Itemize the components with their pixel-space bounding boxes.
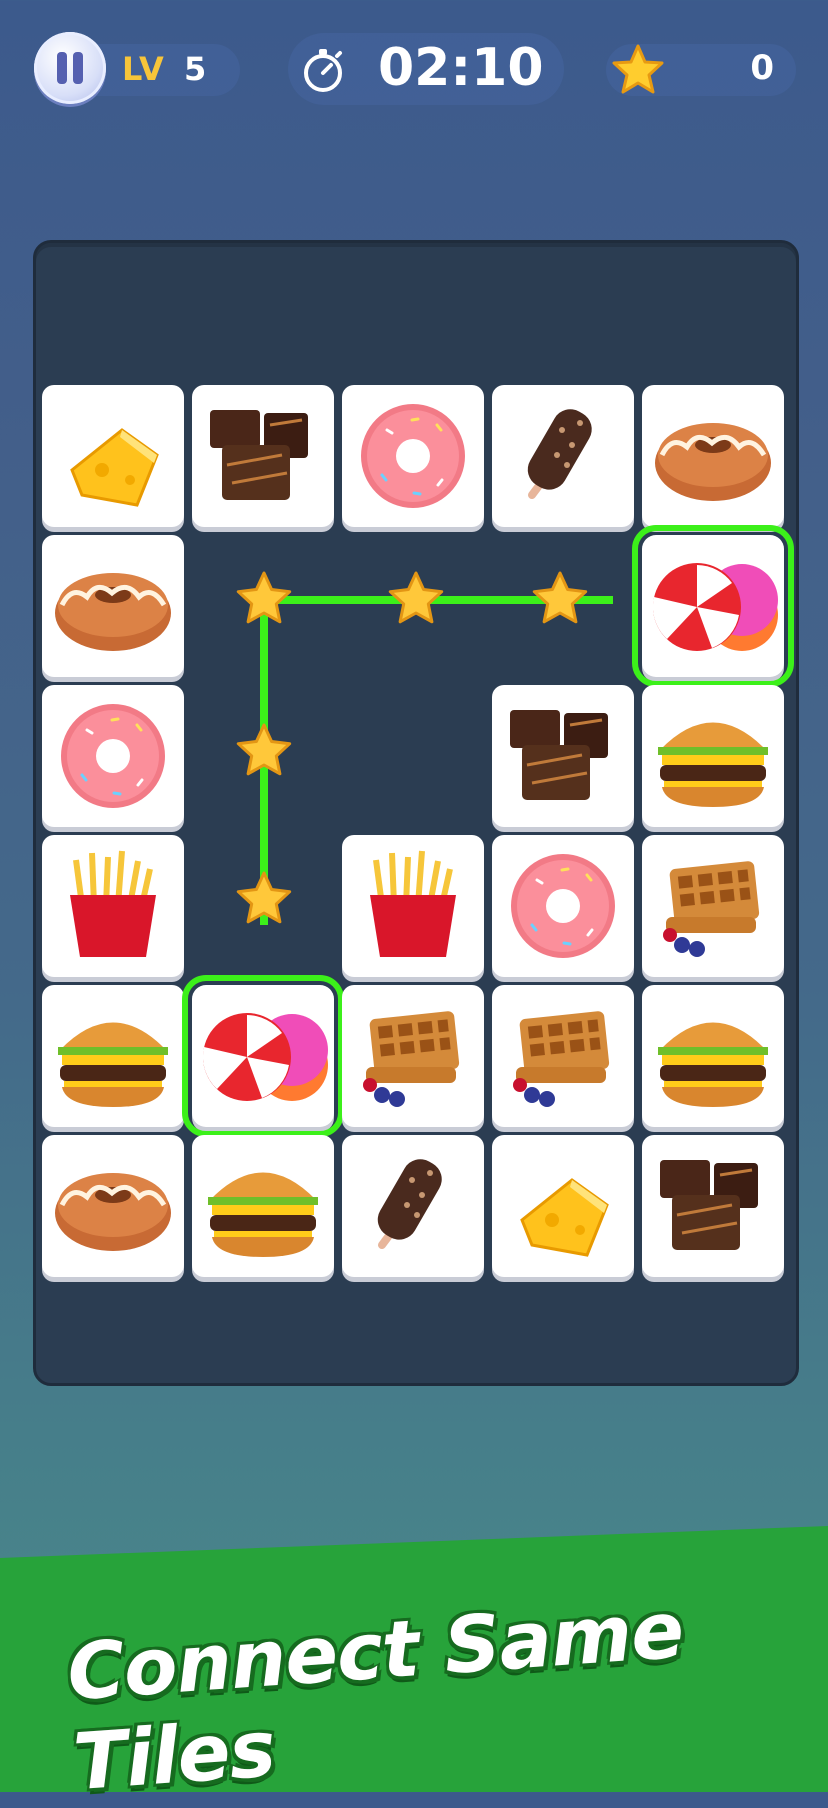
brownie-icon [660,1160,758,1250]
tile-donut-pink[interactable] [42,685,184,827]
tile-waffle[interactable] [492,985,634,1127]
tile-donut-pink[interactable] [342,385,484,527]
tile-donut-pink[interactable] [492,835,634,977]
candy-icon [652,563,778,651]
ice-cream-bar-icon [527,409,592,499]
candy-icon [202,1013,328,1101]
tile-brownie[interactable] [642,1135,784,1277]
tile-fries[interactable] [342,835,484,977]
waffle-icon [363,1011,460,1107]
waffle-icon [513,1011,610,1107]
tile-burger[interactable] [642,985,784,1127]
tile-waffle[interactable] [342,985,484,1127]
tile-brownie[interactable] [492,685,634,827]
burger-icon [658,1022,768,1107]
level-value: 5 [184,50,207,88]
brownie-icon [210,410,308,500]
tile-ice-cream-bar[interactable] [342,1135,484,1277]
donut-pink-icon [61,704,165,808]
burger-icon [658,722,768,807]
bundt-cake-icon [55,573,171,651]
star-icon [612,44,664,94]
fries-icon [370,850,456,957]
tile-burger[interactable] [642,685,784,827]
level-label: LV [122,50,165,88]
ice-cream-bar-icon [377,1159,442,1249]
cheese-icon [70,428,159,507]
burger-icon [208,1172,318,1257]
tile-bundt-cake[interactable] [642,385,784,527]
stopwatch-icon [304,49,342,92]
tile-ice-cream-bar[interactable] [492,385,634,527]
tile-bundt-cake[interactable] [42,535,184,677]
tile-brownie[interactable] [192,385,334,527]
donut-pink-icon [511,854,615,958]
bundt-cake-icon [655,423,771,501]
tile-cheese[interactable] [42,385,184,527]
timer-display: 02:10 [378,38,544,98]
fries-icon [70,850,156,957]
bundt-cake-icon [55,1173,171,1251]
tile-fries[interactable] [42,835,184,977]
cheese-icon [520,1178,609,1257]
tile-cheese[interactable] [492,1135,634,1277]
waffle-icon [663,861,760,957]
tile-candy[interactable] [632,525,794,687]
tile-waffle[interactable] [642,835,784,977]
tile-burger[interactable] [192,1135,334,1277]
donut-pink-icon [361,404,465,508]
tile-burger[interactable] [42,985,184,1127]
burger-icon [58,1022,168,1107]
pause-icon [57,52,67,84]
tile-bundt-cake[interactable] [42,1135,184,1277]
pause-button[interactable] [34,32,106,104]
star-count: 0 [750,48,774,88]
brownie-icon [510,710,608,800]
tile-candy[interactable] [182,975,344,1137]
